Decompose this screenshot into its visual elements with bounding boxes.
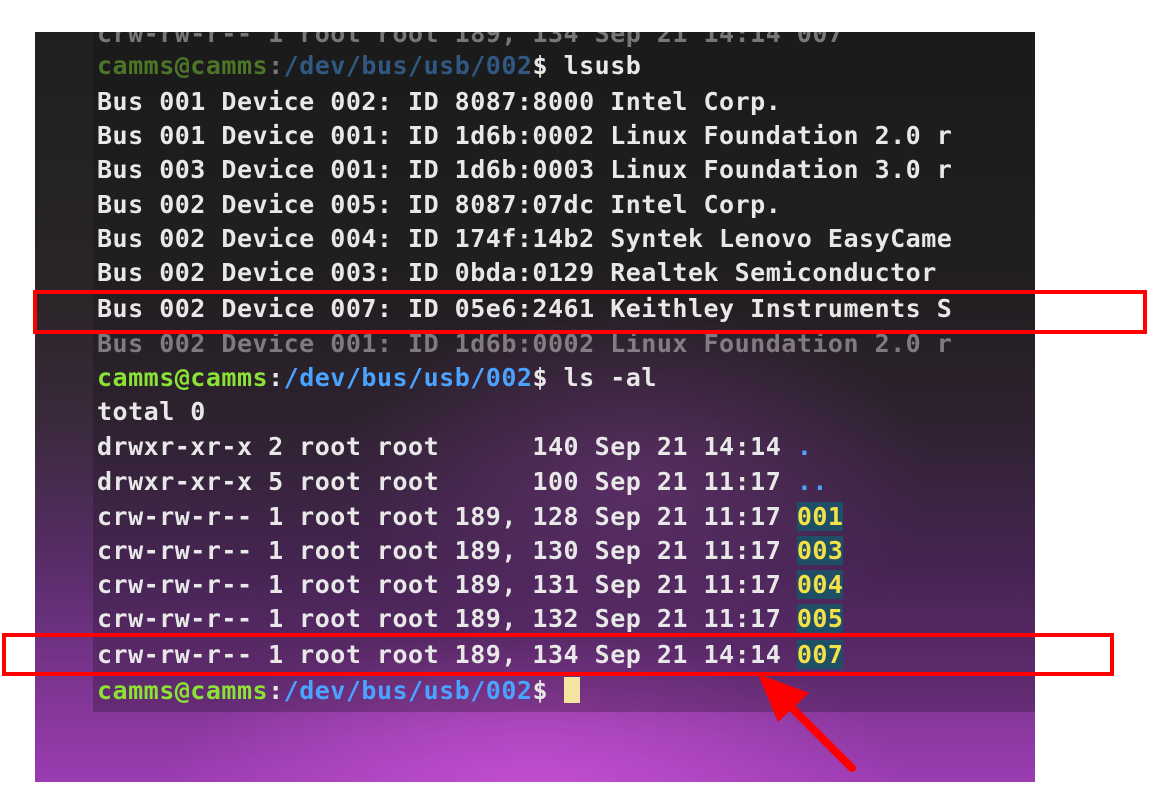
arrow-icon (758, 674, 856, 772)
arrow-shaft (784, 700, 856, 772)
